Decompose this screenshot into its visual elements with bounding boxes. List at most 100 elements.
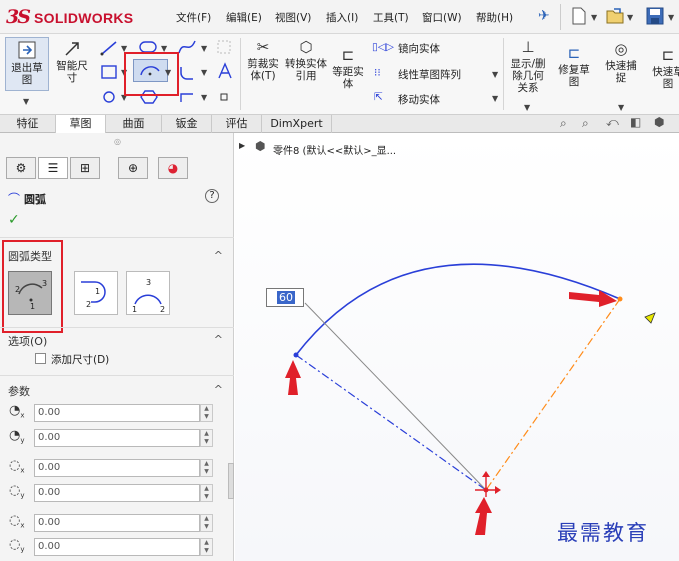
menu-window[interactable]: 窗口(W): [422, 10, 462, 25]
tab-evaluate[interactable]: 评估: [212, 115, 262, 133]
relations-icon: ⊥: [521, 38, 535, 56]
convert-entities-button[interactable]: ⬡ 转换实体引用: [284, 38, 328, 82]
center-y-spinner[interactable]: ▲ ▼: [200, 429, 213, 447]
feature-tree-icon: ⚙: [15, 161, 27, 175]
parameters-collapse-icon[interactable]: ^: [214, 383, 223, 396]
tab-sketch[interactable]: 草图: [56, 115, 106, 133]
ellipse-tool-icon[interactable]: [178, 90, 196, 104]
add-dimension-checkbox[interactable]: [35, 353, 46, 364]
smart-dimension-button[interactable]: 智能尺寸: [52, 60, 92, 84]
new-dropdown-icon[interactable]: ▼: [591, 13, 597, 22]
repair-sketch-button[interactable]: ⊏ 修复草图: [556, 44, 592, 88]
quick-snaps-icon: ◎: [614, 40, 628, 58]
end-x-spinner[interactable]: ▲ ▼: [200, 514, 213, 532]
linear-pattern-dropdown-icon[interactable]: ▼: [492, 70, 498, 79]
menu-file[interactable]: 文件(F): [176, 10, 211, 25]
tab-sheet-metal[interactable]: 钣金: [162, 115, 212, 133]
open-folder-icon[interactable]: [606, 7, 624, 25]
ok-checkmark-icon[interactable]: ✓: [8, 212, 20, 228]
ellipse-dropdown-icon[interactable]: ▼: [201, 93, 207, 102]
quick-snaps-dropdown-icon[interactable]: ▼: [618, 103, 624, 112]
tab-dimxpert[interactable]: DimXpert: [262, 115, 332, 133]
property-manager-tab[interactable]: ☰: [38, 157, 68, 179]
exit-sketch-dropdown-icon[interactable]: ▼: [23, 97, 29, 106]
panel-grip-icon[interactable]: ◎: [114, 137, 121, 146]
dimension-box[interactable]: 60: [266, 288, 304, 307]
offset-entities-button[interactable]: ⊏ 等距实体: [330, 46, 366, 90]
save-dropdown-icon[interactable]: ▼: [668, 13, 674, 22]
three-point-arc-button[interactable]: 3 1 2: [126, 271, 170, 315]
menu-bar: 3S SOLIDWORKS 文件(F) 编辑(E) 视图(V) 插入(I) 工具…: [0, 0, 679, 34]
trim-entities-button[interactable]: ✂ 剪裁实体(T): [243, 38, 283, 82]
line-tool-icon[interactable]: [100, 40, 118, 56]
relations-dropdown-icon[interactable]: ▼: [524, 103, 530, 112]
start-y-input[interactable]: 0.00: [34, 484, 200, 502]
arc-end-point[interactable]: [617, 296, 623, 302]
new-document-icon[interactable]: [572, 7, 586, 25]
panel-resize-handle[interactable]: [228, 463, 234, 499]
zoom-to-fit-icon[interactable]: ⌕: [560, 116, 567, 131]
radius-line-end: [485, 298, 621, 491]
menu-separator: [560, 4, 561, 30]
add-dimension-label: 添加尺寸(D): [51, 354, 110, 366]
end-y-input[interactable]: 0.00: [34, 538, 200, 556]
end-x-input[interactable]: 0.00: [34, 514, 200, 532]
center-x-input[interactable]: 0.00: [34, 404, 200, 422]
end-y-spinner[interactable]: ▲ ▼: [200, 538, 213, 556]
menu-insert[interactable]: 插入(I): [326, 10, 358, 25]
previous-view-icon[interactable]: ⤺: [606, 115, 619, 130]
center-y-input[interactable]: 0.00: [34, 429, 200, 447]
rectangle-tool-icon[interactable]: [100, 64, 118, 80]
convert-label: 转换实体引用: [285, 58, 327, 82]
center-x-spinner[interactable]: ▲ ▼: [200, 404, 213, 422]
logo-text: SOLIDWORKS: [34, 10, 134, 26]
move-dropdown-icon[interactable]: ▼: [492, 94, 498, 103]
mirror-entities-button[interactable]: 镜向实体: [398, 41, 440, 56]
start-x-spinner[interactable]: ▲ ▼: [200, 459, 213, 477]
arc-start-point[interactable]: [293, 352, 299, 358]
spline-dropdown-icon[interactable]: ▼: [201, 44, 207, 53]
dimxpert-tab[interactable]: ⊕: [118, 157, 148, 179]
quick-snaps-button[interactable]: ◎ 快速捕捉: [603, 40, 639, 84]
start-y-spinner[interactable]: ▲ ▼: [200, 484, 213, 502]
text-tool-icon[interactable]: [216, 62, 234, 80]
menu-view[interactable]: 视图(V): [275, 10, 311, 25]
dimension-value[interactable]: 60: [277, 291, 295, 304]
start-x-icon: ◌x: [9, 458, 25, 475]
menu-tools[interactable]: 工具(T): [373, 10, 409, 25]
view-orientation-icon[interactable]: ⬢: [654, 115, 664, 129]
help-icon[interactable]: ?: [205, 189, 219, 203]
linear-pattern-button[interactable]: 线性草图阵列: [398, 67, 461, 82]
sketch-arc[interactable]: [295, 263, 621, 356]
display-manager-tab[interactable]: ◕: [158, 157, 188, 179]
menu-help[interactable]: 帮助(H): [476, 10, 513, 25]
display-relations-button[interactable]: ⊥ 显示/删除几何关系: [508, 38, 548, 94]
tangent-arc-button[interactable]: 21: [74, 271, 118, 315]
circle-tool-icon[interactable]: [100, 90, 118, 104]
graphics-area[interactable]: ▶ ⬢ 零件8 (默认<<默认>_显... 60 最需教育: [235, 133, 679, 561]
point-tool-icon[interactable]: [219, 92, 229, 102]
fillet-dropdown-icon[interactable]: ▼: [201, 68, 207, 77]
configuration-tab[interactable]: ⊞: [70, 157, 100, 179]
options-collapse-icon[interactable]: ^: [214, 333, 223, 346]
pin-icon[interactable]: ✈: [538, 8, 550, 30]
feature-tree-tab[interactable]: ⚙: [6, 157, 36, 179]
tab-features[interactable]: 特征: [0, 115, 56, 133]
end-x-icon: ◌x: [9, 513, 25, 530]
zoom-area-icon[interactable]: ⌕: [582, 116, 589, 131]
open-dropdown-icon[interactable]: ▼: [627, 13, 633, 22]
move-entities-button[interactable]: 移动实体: [398, 92, 440, 107]
cursor-icon: [644, 312, 656, 324]
fillet-tool-icon[interactable]: [178, 64, 196, 80]
arc-type-collapse-icon[interactable]: ^: [214, 249, 223, 262]
tangent-arc-icon: 21: [81, 281, 106, 309]
tab-surfaces[interactable]: 曲面: [106, 115, 162, 133]
spline-tool-icon[interactable]: [177, 39, 197, 55]
rapid-sketch-button[interactable]: ⊏ 快速草图: [648, 46, 679, 90]
section-view-icon[interactable]: ◧: [630, 115, 641, 129]
menu-edit[interactable]: 编辑(E): [226, 10, 262, 25]
watermark-text: 最需教育: [557, 521, 649, 545]
save-icon[interactable]: [646, 7, 664, 25]
start-x-input[interactable]: 0.00: [34, 459, 200, 477]
svg-text:1: 1: [132, 305, 137, 314]
